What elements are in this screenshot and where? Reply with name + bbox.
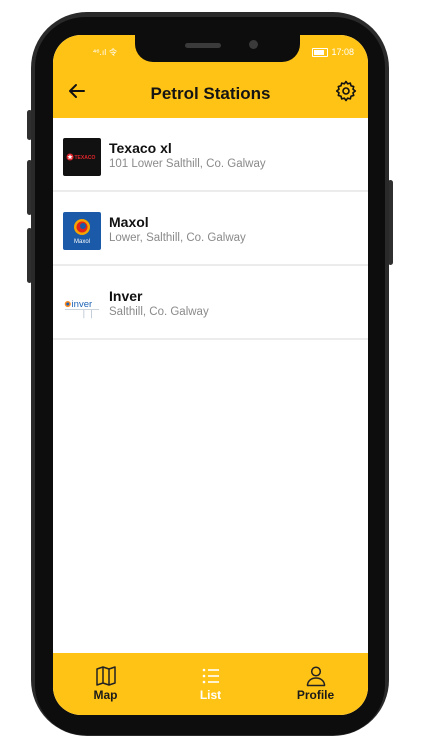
nav-map-label: Map <box>93 688 118 702</box>
station-address: Lower, Salthill, Co. Galway <box>109 232 246 244</box>
maxol-logo: Maxol <box>63 212 101 250</box>
station-list: TEXACO Texaco xl 101 Lower Salthill, Co.… <box>53 118 368 340</box>
front-camera <box>249 40 258 49</box>
station-name: Maxol <box>109 214 149 230</box>
speaker-grille <box>185 43 221 48</box>
map-icon <box>95 666 116 686</box>
bottom-navigation: Map List Profile <box>53 653 368 715</box>
profile-icon <box>306 666 325 687</box>
maxol-logo-text: Maxol <box>74 239 90 245</box>
texaco-logo-text: TEXACO <box>75 155 96 161</box>
page-title: Petrol Stations <box>150 84 271 103</box>
nav-profile-label: Profile <box>296 688 335 702</box>
battery-icon <box>312 47 329 57</box>
nav-map[interactable]: Map <box>53 653 158 715</box>
app-screen: ⁴⁶.ıl 令 17:08 Petrol Stations TEXACO Tex… <box>53 35 368 715</box>
app-header: ⁴⁶.ıl 令 17:08 Petrol Stations <box>53 35 368 118</box>
station-name: Inver <box>109 288 143 304</box>
list-item[interactable]: inver Inver Salthill, Co. Galway <box>53 266 368 340</box>
list-icon <box>202 668 219 684</box>
gear-icon[interactable] <box>334 79 358 103</box>
status-time: 17:08 <box>331 47 354 57</box>
station-name: Texaco xl <box>109 140 172 156</box>
list-item[interactable]: TEXACO Texaco xl 101 Lower Salthill, Co.… <box>53 118 368 192</box>
station-address: 101 Lower Salthill, Co. Galway <box>109 158 266 170</box>
inver-logo: inver <box>63 286 101 324</box>
inver-logo-text: inver <box>72 299 93 310</box>
status-right: 17:08 <box>312 47 354 57</box>
station-address: Salthill, Co. Galway <box>109 306 209 318</box>
nav-list-label: List <box>199 688 222 702</box>
nav-list[interactable]: List <box>158 653 263 715</box>
signal-wifi-indicator: ⁴⁶.ıl 令 <box>93 48 117 57</box>
list-item[interactable]: Maxol Maxol Lower, Salthill, Co. Galway <box>53 192 368 266</box>
phone-notch <box>135 35 300 62</box>
texaco-logo: TEXACO <box>63 138 101 176</box>
nav-profile[interactable]: Profile <box>263 653 368 715</box>
